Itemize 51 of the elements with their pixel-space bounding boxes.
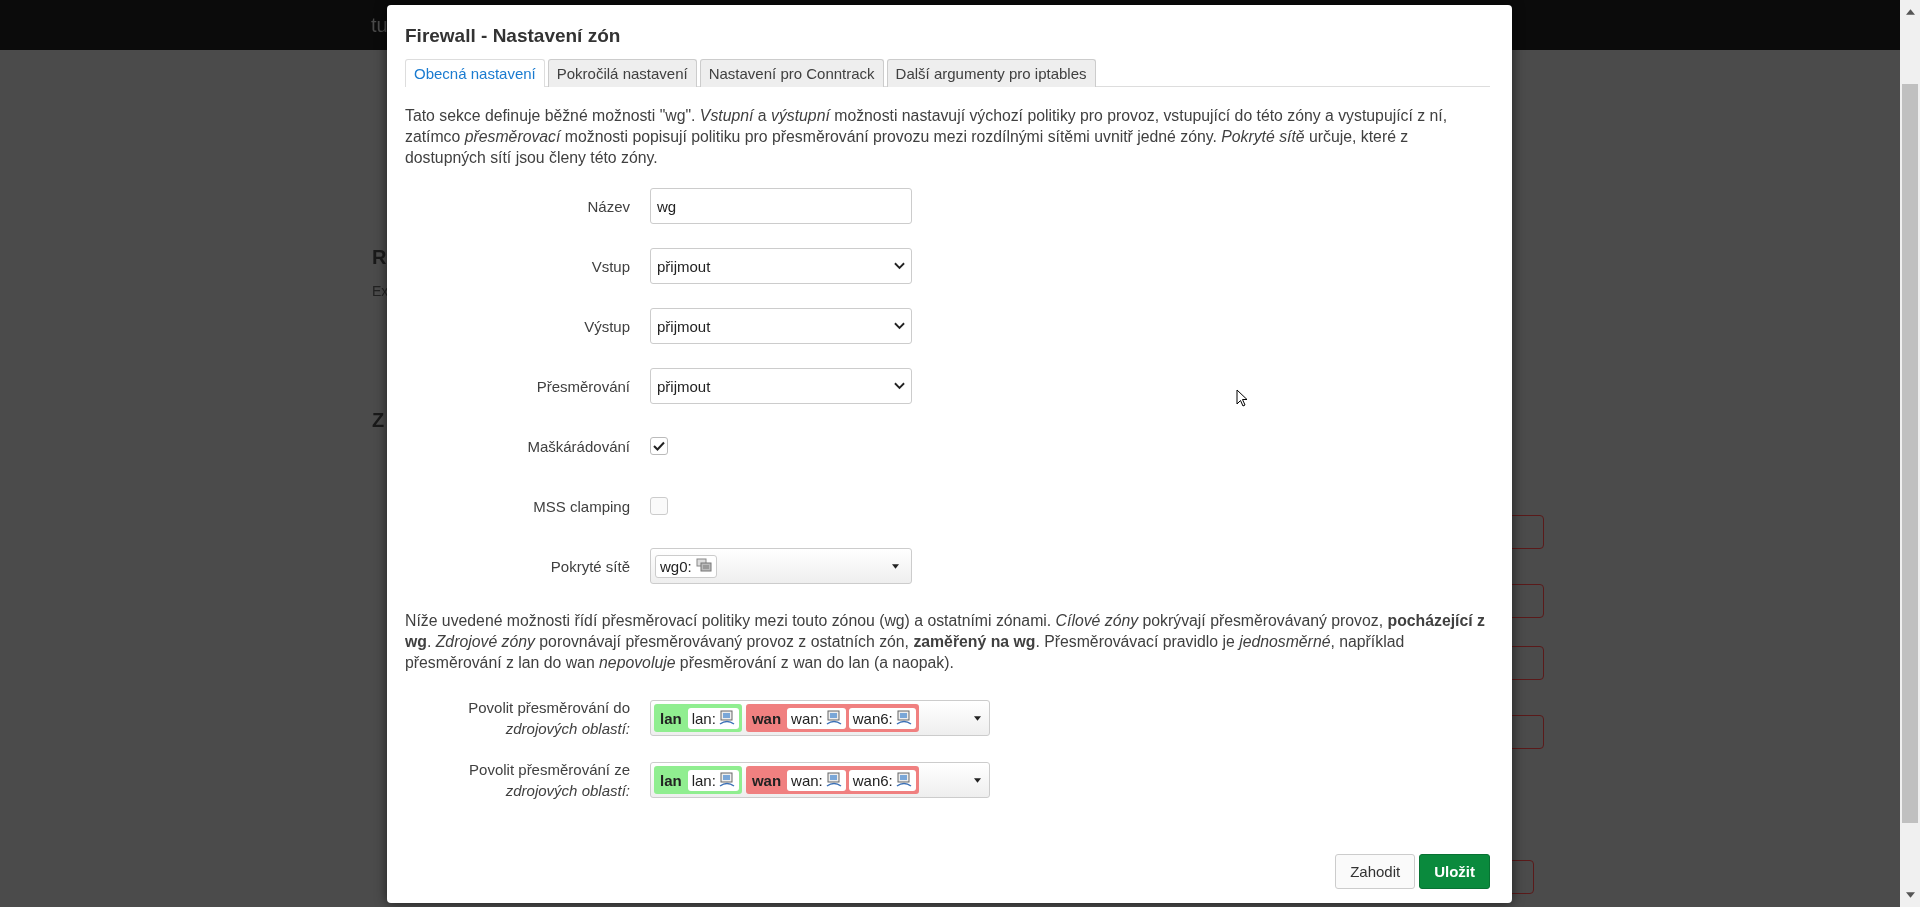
network-dropdown[interactable]: wg0: bbox=[650, 548, 912, 584]
scroll-up-icon[interactable] bbox=[1905, 9, 1915, 15]
tab[interactable]: Pokročilá nastavení bbox=[547, 59, 697, 87]
field-label: Vstup bbox=[590, 257, 630, 275]
section-description: Tato sekce definuje běžné možnosti "wg". Vstupní a výstupní možnosti nastavují výchozí politiky pro provoz, vstupující do této zóny a vystupující z ní, zatímco přesměrovací možnosti popisují politiku pro přesměrování provozu mezi rozdílnými sítěmi uvnitř jedné zóny. Pokryté sítě určuje, které z dostupných sítí jsou členy této zóny. bbox=[405, 106, 1449, 168]
header-text: tu bbox=[371, 13, 388, 37]
zone-tag: lan lan: bbox=[654, 766, 742, 794]
tab[interactable]: Nastavení pro Conntrack bbox=[699, 59, 884, 87]
field-label: Povolit přesměrování ze bbox=[469, 760, 630, 780]
tab[interactable]: Obecná nastavení bbox=[405, 59, 545, 87]
dropdown-arrow-icon[interactable] bbox=[892, 563, 899, 569]
computer-icon bbox=[718, 772, 735, 788]
field-label: zdrojových oblastí: bbox=[505, 781, 630, 801]
zone-tag: wan wan: wan6: bbox=[745, 766, 919, 794]
forwarding-description: Níže uvedené možnosti řídí přesměrovací politiky mezi touto zónou (wg) a ostatními zónami. Cílové zóny pokrývají přesměrovávaný provoz, pocházející z wg. Zdrojové zóny porovnávají přesměrovávaný provoz z ostatních zón, zaměřený na wg. Přesměrovávací pravidlo je jednosměrné, například přesměrování z lan do wan nepovoluje přesměrování z wan do lan (a naopak). bbox=[405, 611, 1486, 673]
select-field[interactable]: přijmout bbox=[650, 308, 912, 344]
field-label: Povolit přesměrování do bbox=[468, 698, 630, 718]
zone-tag: lan lan: bbox=[654, 704, 742, 732]
chevron-down-icon[interactable] bbox=[894, 262, 905, 270]
dropdown-arrow-icon[interactable] bbox=[974, 715, 981, 721]
discard-button[interactable]: Zahodit bbox=[1335, 854, 1416, 889]
checkbox[interactable] bbox=[650, 497, 668, 515]
zone-dropdown[interactable]: lan lan: wan wan: wan6: bbox=[650, 762, 990, 798]
field-label: zdrojových oblastí: bbox=[505, 719, 630, 739]
field-label: Přesměrování bbox=[535, 377, 630, 395]
field-label: Název bbox=[586, 197, 630, 215]
select-field[interactable]: přijmout bbox=[650, 248, 912, 284]
zone-tag: wan wan: wan6: bbox=[745, 704, 919, 732]
computer-icon bbox=[825, 710, 842, 726]
computer-icon bbox=[895, 710, 912, 726]
zone-dropdown[interactable]: lan lan: wan wan: wan6: bbox=[650, 700, 990, 736]
scroll-down-icon[interactable] bbox=[1905, 892, 1915, 898]
scrollbar[interactable] bbox=[1900, 0, 1920, 907]
field-label: Maškárádování bbox=[526, 437, 630, 455]
checkbox[interactable] bbox=[650, 437, 668, 455]
chevron-down-icon[interactable] bbox=[894, 382, 905, 390]
dropdown-arrow-icon[interactable] bbox=[974, 777, 981, 783]
dialog-title: Firewall - Nastavení zón bbox=[405, 25, 622, 47]
cursor-icon bbox=[1236, 389, 1248, 407]
tab[interactable]: Další argumenty pro iptables bbox=[886, 59, 1096, 87]
chevron-down-icon[interactable] bbox=[894, 322, 905, 330]
computer-icon bbox=[718, 710, 735, 726]
network-icon bbox=[695, 558, 712, 574]
save-button[interactable]: Uložit bbox=[1419, 854, 1490, 889]
field-label: Výstup bbox=[583, 317, 630, 335]
computer-icon bbox=[895, 772, 912, 788]
computer-icon bbox=[825, 772, 842, 788]
select-field[interactable]: přijmout bbox=[650, 368, 912, 404]
field-label: MSS clamping bbox=[532, 497, 630, 515]
field-label: Pokryté sítě bbox=[549, 557, 630, 575]
name-field[interactable]: wg bbox=[650, 188, 912, 224]
